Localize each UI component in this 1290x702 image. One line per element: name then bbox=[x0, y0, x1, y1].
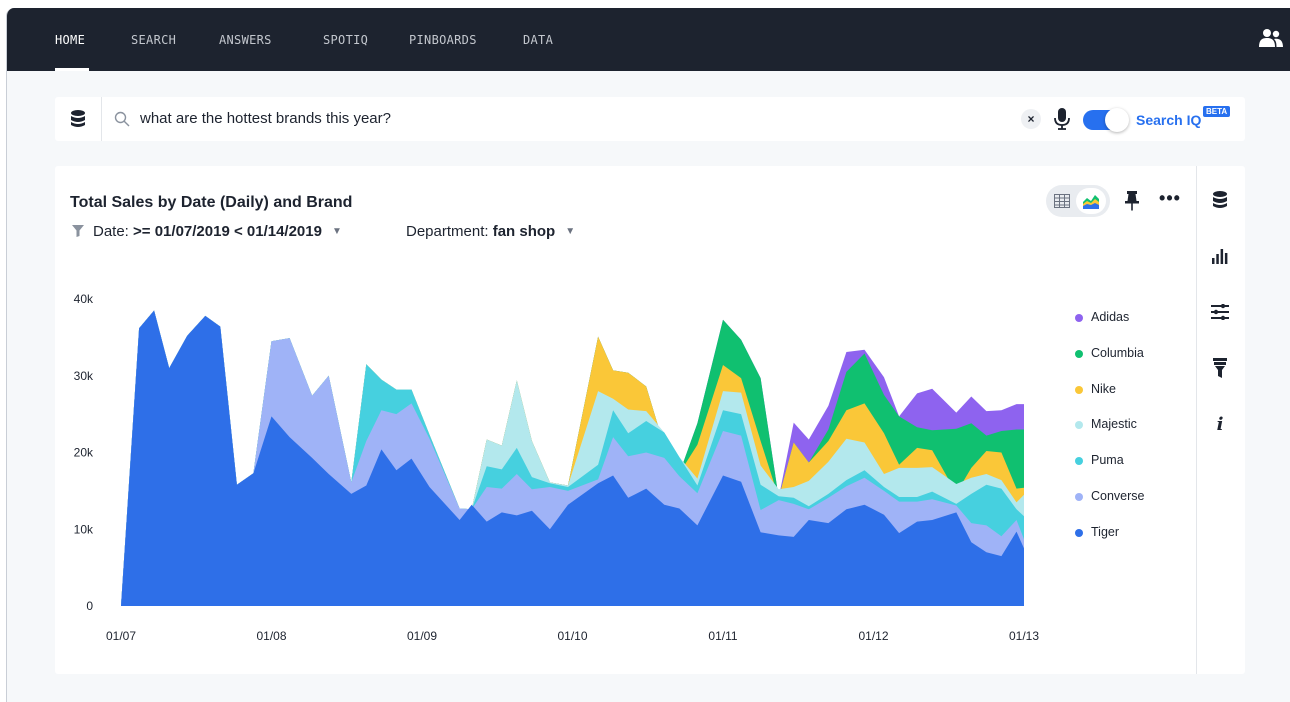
top-nav: HOME SEARCH ANSWERS SPOTIQ PINBOARDS DAT… bbox=[7, 8, 1290, 71]
legend-label: Columbia bbox=[1091, 345, 1144, 360]
legend-swatch bbox=[1075, 385, 1083, 394]
side-data-button[interactable] bbox=[1208, 188, 1232, 212]
nav-spotiq[interactable]: SPOTIQ bbox=[323, 8, 368, 71]
x-tick-label: 01/13 bbox=[1009, 629, 1039, 643]
side-filter-button[interactable] bbox=[1208, 356, 1232, 380]
mic-icon[interactable] bbox=[1054, 108, 1070, 130]
legend-swatch bbox=[1075, 528, 1083, 537]
app-frame: HOME SEARCH ANSWERS SPOTIQ PINBOARDS DAT… bbox=[6, 8, 1290, 702]
side-info-button[interactable]: i bbox=[1208, 412, 1232, 436]
y-tick-label: 40k bbox=[74, 292, 94, 306]
database-icon bbox=[71, 110, 85, 127]
filter-funnel-icon bbox=[1213, 358, 1227, 378]
search-input[interactable]: what are the hottest brands this year? bbox=[140, 110, 391, 127]
bar-chart-icon bbox=[1212, 249, 1228, 264]
nav-data[interactable]: DATA bbox=[523, 8, 553, 71]
x-tick-label: 01/11 bbox=[708, 629, 737, 643]
side-chart-type-button[interactable] bbox=[1208, 244, 1232, 268]
users-icon[interactable] bbox=[1259, 28, 1283, 48]
beta-badge: BETA bbox=[1203, 106, 1231, 117]
answer-card: Total Sales by Date (Daily) and Brand Da… bbox=[55, 166, 1245, 674]
y-tick-label: 10k bbox=[74, 522, 94, 536]
clear-search-button[interactable]: × bbox=[1021, 109, 1041, 129]
nav-search[interactable]: SEARCH bbox=[131, 8, 176, 71]
legend-label: Adidas bbox=[1091, 310, 1130, 324]
search-iq-label[interactable]: Search IQ bbox=[1136, 112, 1201, 128]
y-tick-label: 30k bbox=[74, 369, 94, 383]
sidebar-divider bbox=[1196, 166, 1197, 674]
x-tick-label: 01/08 bbox=[256, 629, 286, 643]
legend-label: Puma bbox=[1091, 453, 1124, 468]
nav-pinboards[interactable]: PINBOARDS bbox=[409, 8, 477, 71]
legend-swatch bbox=[1075, 349, 1083, 358]
nav-active-indicator bbox=[55, 68, 89, 71]
legend-swatch bbox=[1075, 314, 1083, 322]
nav-answers[interactable]: ANSWERS bbox=[219, 8, 272, 71]
toggle-knob bbox=[1105, 108, 1129, 132]
x-tick-label: 01/09 bbox=[407, 629, 437, 643]
database-icon bbox=[1213, 191, 1227, 208]
x-tick-label: 01/10 bbox=[557, 629, 587, 643]
search-iq-toggle[interactable] bbox=[1083, 108, 1129, 132]
search-bar: what are the hottest brands this year? ×… bbox=[55, 97, 1245, 141]
legend-label: Tiger bbox=[1091, 524, 1120, 539]
legend-swatch bbox=[1075, 493, 1083, 501]
nav-home[interactable]: HOME bbox=[55, 8, 85, 71]
x-tick-label: 01/07 bbox=[106, 629, 136, 643]
legend-label: Nike bbox=[1091, 381, 1117, 396]
data-source-button[interactable] bbox=[55, 97, 102, 141]
stacked-area-chart: 0 10k 20k 30k 40k 01/07 01/08 01/09 01/10 01/11 01… bbox=[74, 292, 1040, 643]
legend-label: Converse bbox=[1091, 489, 1145, 503]
y-tick-label: 20k bbox=[74, 446, 94, 460]
y-tick-label: 0 bbox=[86, 599, 93, 613]
legend-label: Majestic bbox=[1091, 417, 1137, 432]
x-tick-label: 01/12 bbox=[858, 629, 888, 643]
search-icon bbox=[114, 111, 130, 127]
sliders-icon bbox=[1211, 304, 1229, 320]
side-settings-button[interactable] bbox=[1208, 300, 1232, 324]
